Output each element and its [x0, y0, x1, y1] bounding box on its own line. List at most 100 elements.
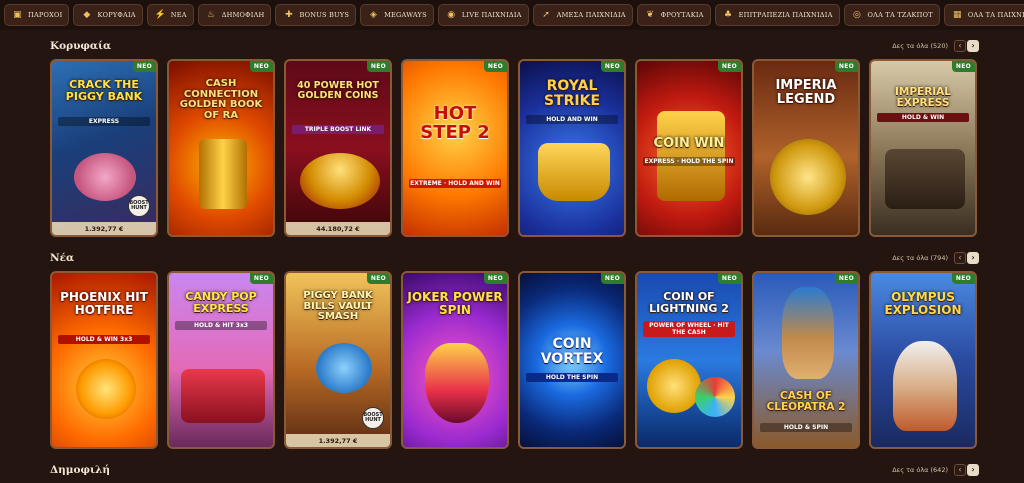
game-tile[interactable]: JOKER POWER SPIN ΝΕΟ — [401, 271, 509, 449]
coin-icon: ◎ — [853, 9, 862, 20]
game-title: HOT STEP 2 — [420, 103, 490, 143]
game-artwork — [403, 61, 507, 235]
game-tile[interactable]: PIGGY BANK BILLS VAULT SMASH ΝΕΟ BOOST H… — [284, 271, 392, 449]
category-label: ΝΕΑ — [170, 11, 187, 19]
see-all-link[interactable]: Δες τα όλα (794) — [892, 254, 948, 262]
new-badge: ΝΕΟ — [951, 273, 975, 284]
section-title: Νέα — [50, 252, 75, 264]
category-label: ΦΡΟΥΤΑΚΙΑ — [660, 11, 704, 19]
category-new-button[interactable]: ⚡ ΝΕΑ — [146, 4, 194, 26]
section-header-top: Κορυφαία Δες τα όλα (520) ‹ › — [0, 40, 1024, 56]
new-badge: ΝΕΟ — [366, 273, 390, 284]
providers-icon: ▣ — [13, 9, 22, 20]
piggy-bank-image — [74, 153, 136, 201]
category-label: ΟΛΑ ΤΑ ΠΑΙΧΝΙΔΙΑ — [967, 11, 1024, 19]
game-subtitle: HOLD THE SPIN — [526, 373, 618, 382]
live-icon: ◉ — [447, 9, 456, 20]
game-tile[interactable]: COIN OF LIGHTNING 2 POWER OF WHEEL · HIT… — [635, 271, 743, 449]
new-badge: ΝΕΟ — [717, 61, 741, 72]
lightning-coin-image — [647, 359, 701, 413]
game-tile[interactable]: CRACK THE PIGGY BANK EXPRESS ΝΕΟ BOOST H… — [50, 59, 158, 237]
category-live-button[interactable]: ◉ LIVE ΠΑΙΧΝΙΔΙΑ — [437, 4, 529, 26]
category-all-games-button[interactable]: ▦ ΟΛΑ ΤΑ ΠΑΙΧΝΙΔΙΑ — [943, 4, 1024, 26]
game-tile[interactable]: CASH CONNECTION GOLDEN BOOK OF RA ΝΕΟ — [167, 59, 275, 237]
game-title: IMPERIA LEGEND — [775, 78, 837, 107]
game-tile[interactable]: 40 POWER HOT GOLDEN COINS TRIPLE BOOST L… — [284, 59, 392, 237]
chevron-right-icon[interactable]: › — [967, 40, 979, 52]
game-title: ROYAL STRIKE — [543, 78, 601, 109]
chevron-left-icon[interactable]: ‹ — [954, 464, 966, 476]
game-tile[interactable]: PHOENIX HIT HOTFIRE HOLD & WIN 3x3 — [50, 271, 158, 449]
category-megaways-button[interactable]: ◈ MEGAWAYS — [360, 4, 434, 26]
new-badge: ΝΕΟ — [483, 61, 507, 72]
category-label: BONUS BUYS — [299, 11, 350, 19]
new-badge: ΝΕΟ — [249, 61, 273, 72]
category-label: ΔΗΜΟΦΙΛΗ — [221, 11, 265, 19]
game-title: CRACK THE PIGGY BANK — [65, 78, 143, 103]
clover-icon: ♣ — [724, 9, 733, 20]
new-badge: ΝΕΟ — [834, 273, 858, 284]
game-title: PHOENIX HIT HOTFIRE — [60, 290, 148, 317]
category-table-games-button[interactable]: ♣ ΕΠΙΤΡΑΠΕΖΙΑ ΠΑΙΧΝΙΔΙΑ — [714, 4, 840, 26]
jackpot-amount: 44.180,72 € — [286, 222, 390, 235]
crown-image — [538, 143, 610, 201]
game-tile[interactable]: OLYMPUS EXPLOSION ΝΕΟ — [869, 271, 977, 449]
cherry-icon: ❦ — [646, 9, 655, 20]
game-title: CASH OF CLEOPATRA 2 — [766, 390, 846, 414]
game-title: COIN VORTEX — [540, 336, 604, 367]
zeus-image — [893, 341, 957, 431]
category-jackpots-button[interactable]: ◎ ΟΛΑ ΤΑ ΤΖΑΚΠΟΤ — [843, 4, 940, 26]
jackpot-amount: 1.392,77 € — [286, 434, 390, 447]
gift-icon: ✚ — [285, 9, 293, 20]
gold-coin-image — [770, 139, 846, 215]
game-title: COIN OF LIGHTNING 2 — [649, 290, 729, 315]
golden-book-image — [199, 139, 247, 209]
game-title: 40 POWER HOT GOLDEN COINS — [297, 80, 379, 101]
game-tile[interactable]: COIN VORTEX HOLD THE SPIN ΝΕΟ — [518, 271, 626, 449]
category-fruits-button[interactable]: ❦ ΦΡΟΥΤΑΚΙΑ — [636, 4, 711, 26]
new-badge: ΝΕΟ — [834, 61, 858, 72]
game-title: OLYMPUS EXPLOSION — [884, 290, 962, 317]
game-tile[interactable]: CASH OF CLEOPATRA 2 HOLD & SPIN ΝΕΟ — [752, 271, 860, 449]
game-subtitle: HOLD & HIT 3x3 — [175, 321, 267, 330]
category-popular-button[interactable]: ♨ ΔΗΜΟΦΙΛΗ — [197, 4, 272, 26]
chevron-right-icon[interactable]: › — [967, 252, 979, 264]
category-label: ΕΠΙΤΡΑΠΕΖΙΑ ΠΑΙΧΝΙΔΙΑ — [738, 11, 833, 19]
category-top-button[interactable]: ◆ ΚΟΡΥΦΑΙΑ — [73, 4, 143, 26]
category-instant-button[interactable]: ➚ ΑΜΕΣΑ ΠΑΙΧΝΙΔΙΑ — [532, 4, 633, 26]
see-all-link[interactable]: Δες τα όλα (642) — [892, 466, 948, 474]
chevron-right-icon[interactable]: › — [967, 464, 979, 476]
cleopatra-image — [782, 287, 834, 379]
category-label: LIVE ΠΑΙΧΝΙΔΙΑ — [461, 11, 522, 19]
drop-hunt-icon: BOOST HUNT — [128, 195, 150, 217]
game-title: CASH CONNECTION GOLDEN BOOK OF RA — [179, 78, 263, 121]
category-label: ΑΜΕΣΑ ΠΑΙΧΝΙΔΙΑ — [556, 11, 626, 19]
chevron-left-icon[interactable]: ‹ — [954, 252, 966, 264]
game-subtitle: EXPRESS — [58, 117, 150, 126]
category-bonus-buys-button[interactable]: ✚ BONUS BUYS — [275, 4, 357, 26]
category-label: MEGAWAYS — [384, 11, 427, 19]
game-title: JOKER POWER SPIN — [407, 290, 503, 317]
diamond-icon: ◆ — [83, 9, 91, 20]
game-tile[interactable]: ROYAL STRIKE HOLD AND WIN ΝΕΟ — [518, 59, 626, 237]
section-header-new: Νέα Δες τα όλα (794) ‹ › — [0, 252, 1024, 268]
new-badge: ΝΕΟ — [132, 61, 156, 72]
game-subtitle: HOLD & WIN — [877, 113, 969, 122]
category-label: ΚΟΡΥΦΑΙΑ — [97, 11, 136, 19]
game-tile[interactable]: HOT STEP 2 EXTREME · HOLD AND WIN ΝΕΟ — [401, 59, 509, 237]
megaways-icon: ◈ — [370, 9, 378, 20]
game-tile[interactable]: IMPERIA LEGEND ΝΕΟ — [752, 59, 860, 237]
rocket-icon: ➚ — [542, 9, 550, 20]
chevron-left-icon[interactable]: ‹ — [954, 40, 966, 52]
game-tile[interactable]: CANDY POP EXPRESS HOLD & HIT 3x3 ΝΕΟ — [167, 271, 275, 449]
piggy-bank-image — [316, 343, 372, 393]
game-tile[interactable]: COIN WIN EXPRESS · HOLD THE SPIN ΝΕΟ — [635, 59, 743, 237]
game-title: COIN WIN — [653, 136, 725, 151]
game-subtitle: POWER OF WHEEL · HIT THE CASH — [643, 321, 735, 337]
game-tile[interactable]: IMPERIAL EXPRESS HOLD & WIN ΝΕΟ — [869, 59, 977, 237]
category-label: ΠΑΡΟΧΟΙ — [28, 11, 63, 19]
category-providers-button[interactable]: ▣ ΠΑΡΟΧΟΙ — [4, 4, 70, 26]
game-subtitle: EXPRESS · HOLD THE SPIN — [643, 157, 735, 166]
fire-icon: ♨ — [207, 9, 216, 20]
see-all-link[interactable]: Δες τα όλα (520) — [892, 42, 948, 50]
